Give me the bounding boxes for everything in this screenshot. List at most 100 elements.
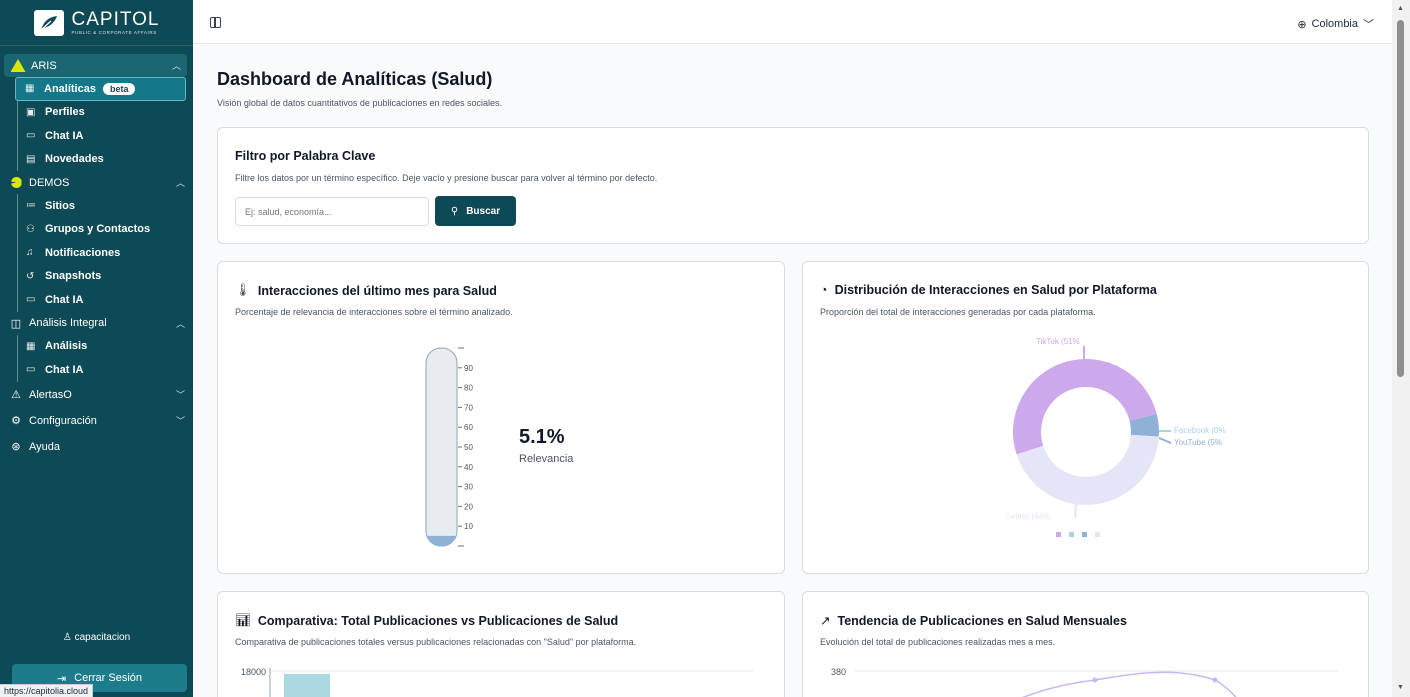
sidebar-item-label: Novedades bbox=[45, 153, 104, 166]
comparison-title: 📊︎ Comparativa: Total Publicaciones vs P… bbox=[235, 613, 618, 628]
trend-line-chart: 380 bbox=[831, 667, 1338, 697]
sidebar-item-perfiles[interactable]: ▣ Perfiles bbox=[17, 100, 193, 124]
label-leader-line bbox=[1074, 503, 1077, 519]
panel-icon: ◫ bbox=[10, 317, 22, 330]
chat-icon: ▭ bbox=[26, 294, 36, 306]
trend-title-text: Tendencia de Publicaciones en Salud Mens… bbox=[837, 613, 1127, 628]
page-subtitle: Visión global de datos cuantitativos de … bbox=[217, 98, 503, 108]
slice-label: TikTok (51% bbox=[1036, 337, 1080, 346]
chevron-up-icon: ︿ bbox=[175, 318, 185, 329]
legend-swatch-twitter bbox=[1095, 532, 1100, 537]
sidebar-item-label: Grupos y Contactos bbox=[45, 223, 151, 236]
distribution-subtitle: Proporción del total de interacciones ge… bbox=[820, 307, 1096, 317]
pie-chart-icon: ◔ bbox=[820, 283, 828, 297]
search-button[interactable]: ⚲ Buscar bbox=[435, 196, 516, 226]
comparison-bar-chart: 18000 bbox=[241, 667, 753, 697]
profile-card-icon: ▣ bbox=[26, 106, 36, 118]
interactions-title: 🌡︎ Interacciones del último mes para Sal… bbox=[235, 283, 497, 298]
legend-swatch-youtube bbox=[1082, 532, 1087, 537]
gear-icon: ⚙ bbox=[11, 415, 21, 427]
distribution-title-text: Distribución de Interacciones en Salud p… bbox=[834, 283, 1157, 297]
bell-icon: ♫ bbox=[26, 247, 34, 259]
sidebar-item-novedades[interactable]: ▤ Novedades bbox=[17, 147, 193, 171]
sidebar-nav: ARIS ︿ ▦ Analíticas beta ▣ Perfiles ▭ Ch… bbox=[0, 46, 193, 460]
sidebar-item-chat-ia-analisis[interactable]: ▭ Chat IA bbox=[17, 358, 193, 382]
user-icon: ♙ bbox=[62, 632, 72, 643]
sidebar-item-label: Snapshots bbox=[45, 270, 102, 283]
warning-icon bbox=[10, 59, 26, 73]
scroll-thumb[interactable] bbox=[1397, 20, 1404, 377]
chevron-down-icon: ﹀ bbox=[175, 416, 185, 426]
brand-logo[interactable]: CAPITOL PUBLIC & CORPORATE AFFAIRS bbox=[0, 0, 193, 46]
sidebar-item-snapshots[interactable]: ↺ Snapshots bbox=[17, 264, 193, 288]
sidebar-section-ayuda[interactable]: ⊛ Ayuda bbox=[0, 434, 193, 460]
page-scrollbar[interactable]: ▲ ▼ bbox=[1392, 0, 1410, 697]
help-icon: ⊛ bbox=[11, 441, 21, 453]
sidebar-section-aris[interactable]: ARIS ︿ bbox=[4, 54, 187, 77]
chevron-down-icon: ﹀ bbox=[1363, 19, 1374, 31]
trend-title: ↗ Tendencia de Publicaciones en Salud Me… bbox=[820, 613, 1127, 629]
label-leader-line bbox=[1158, 437, 1172, 444]
grid-icon: ▦ bbox=[26, 340, 36, 352]
status-url: https://capitolia.cloud bbox=[0, 684, 94, 697]
sidebar: CAPITOL PUBLIC & CORPORATE AFFAIRS ARIS … bbox=[0, 0, 193, 697]
scroll-down-arrow-icon[interactable]: ▼ bbox=[1397, 684, 1404, 691]
newspaper-icon: ▤ bbox=[26, 153, 36, 165]
sidebar-item-notificaciones[interactable]: ♫ Notificaciones bbox=[17, 241, 193, 265]
sidebar-section-demos[interactable]: DEMOS ︿ bbox=[0, 171, 193, 194]
demos-icon bbox=[8, 176, 24, 190]
scroll-up-arrow-icon[interactable]: ▲ bbox=[1397, 5, 1404, 12]
keyword-search-input[interactable] bbox=[235, 197, 429, 226]
distribution-card: ◔ Distribución de Interacciones en Salud… bbox=[802, 261, 1369, 574]
slice-label: Facebook (0% bbox=[1174, 426, 1226, 435]
relevance-gauge: 90 80 70 60 50 40 30 20 10 bbox=[425, 347, 473, 547]
chevron-up-icon: ︿ bbox=[171, 61, 181, 71]
relevance-label: Relevancia bbox=[519, 453, 574, 465]
sidebar-toggle-icon[interactable] bbox=[210, 17, 221, 28]
interactions-card: 🌡︎ Interacciones del último mes para Sal… bbox=[217, 261, 785, 574]
sidebar-item-chat-ia[interactable]: ▭ Chat IA bbox=[17, 124, 193, 148]
sidebar-section-label: ARIS bbox=[31, 59, 57, 72]
filter-title: Filtro por Palabra Clave bbox=[235, 149, 376, 163]
page-title: Dashboard de Analíticas (Salud) bbox=[217, 69, 493, 89]
beta-badge: beta bbox=[102, 82, 136, 95]
gauge-tick-label: 80 bbox=[464, 384, 473, 393]
sidebar-section-analisis-integral[interactable]: ◫ Análisis Integral ︿ bbox=[0, 312, 193, 335]
sidebar-item-label: Perfiles bbox=[45, 106, 85, 119]
sidebar-item-label: Analíticas bbox=[44, 82, 96, 95]
interactions-subtitle: Porcentaje de relevancia de interaccione… bbox=[235, 307, 513, 317]
y-tick-label: 380 bbox=[831, 667, 846, 677]
sidebar-section-configuracion[interactable]: ⚙ Configuración ﹀ bbox=[0, 408, 193, 434]
sidebar-item-analiticas[interactable]: ▦ Analíticas beta bbox=[15, 77, 186, 101]
sidebar-item-label: Análisis bbox=[45, 340, 88, 353]
gauge-tube bbox=[425, 347, 458, 547]
trend-point bbox=[1212, 677, 1218, 683]
relevance-value: 5.1% bbox=[519, 426, 565, 448]
y-tick-label: 18000 bbox=[241, 667, 266, 677]
trend-subtitle: Evolución del total de publicaciones rea… bbox=[820, 637, 1056, 647]
trend-series-line bbox=[1022, 671, 1237, 697]
chevron-down-icon: ﹀ bbox=[175, 390, 185, 400]
user-info: ♙ capacitacion bbox=[0, 632, 193, 643]
chat-icon: ▭ bbox=[26, 364, 36, 376]
slice-label: Twitter (44% bbox=[1006, 512, 1050, 521]
main-content: Dashboard de Analíticas (Salud) Visión g… bbox=[193, 44, 1392, 697]
legend-swatch-facebook bbox=[1069, 532, 1074, 537]
gauge-tick-label: 10 bbox=[464, 522, 473, 531]
sidebar-item-chat-ia-demos[interactable]: ▭ Chat IA bbox=[17, 288, 193, 312]
history-icon: ↺ bbox=[26, 270, 35, 282]
country-selector[interactable]: ⊕ Colombia ﹀ bbox=[1297, 16, 1374, 32]
filter-card: Filtro por Palabra Clave Filtre los dato… bbox=[217, 127, 1369, 244]
sidebar-item-grupos[interactable]: ⚇ Grupos y Contactos bbox=[17, 217, 193, 241]
sidebar-section-label: AlertasO bbox=[29, 388, 72, 401]
globe-icon: ⊕ bbox=[1297, 18, 1307, 31]
gauge-ticks: 90 80 70 60 50 40 30 20 10 bbox=[458, 347, 473, 547]
sidebar-section-alertaso[interactable]: ⚠ AlertasO ﹀ bbox=[0, 382, 193, 408]
sidebar-section-label: Ayuda bbox=[29, 440, 60, 453]
sidebar-item-analisis[interactable]: ▦ Análisis bbox=[17, 334, 193, 358]
username: capacitacion bbox=[74, 632, 131, 643]
sidebar-item-label: Chat IA bbox=[45, 293, 84, 306]
gauge-tick-label: 60 bbox=[464, 423, 473, 432]
brand-name: CAPITOL bbox=[71, 8, 160, 30]
sidebar-item-sitios[interactable]: ≔ Sitios bbox=[17, 194, 193, 218]
